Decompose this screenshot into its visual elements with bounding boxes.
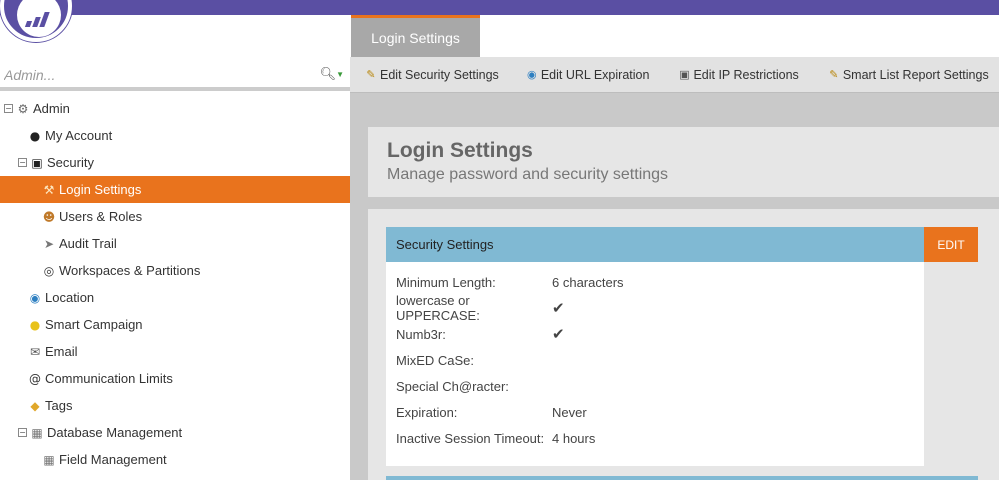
admin-tree: − ⚙ Admin ● My Account − ▣ Security ⚒ Lo…	[0, 95, 350, 473]
users-icon: ☻	[42, 209, 56, 224]
collapse-toggle-icon[interactable]: −	[18, 428, 27, 437]
setting-row: Numb3r: ✔	[386, 321, 924, 347]
setting-label: Inactive Session Timeout:	[396, 430, 545, 446]
tree-item-label: Audit Trail	[59, 236, 117, 251]
tree-item-tags[interactable]: ◆ Tags	[0, 392, 350, 419]
setting-label: Special Ch@racter:	[396, 378, 509, 394]
tree-item-label: Database Management	[47, 425, 183, 440]
tree-item-label: Admin	[33, 101, 70, 116]
setting-row: MixED CaSe:	[386, 347, 924, 373]
field-icon: ▦	[43, 452, 55, 467]
tree-item-label: Users & Roles	[59, 209, 143, 224]
gear-icon: ⚙	[17, 101, 29, 116]
database-icon: ▦	[31, 425, 43, 440]
lock-edit-icon: ▣	[679, 68, 690, 81]
tree-item-admin[interactable]: − ⚙ Admin	[0, 95, 350, 122]
audit-trail-icon: ➤	[43, 236, 55, 251]
setting-label: Expiration:	[396, 404, 458, 420]
tag-icon: ◆	[30, 398, 40, 413]
edit-button[interactable]: EDIT	[924, 227, 978, 262]
setting-label: MixED CaSe:	[396, 352, 475, 368]
tab-strip: Login Settings	[350, 15, 999, 57]
tree-item-email[interactable]: ✉ Email	[0, 338, 350, 365]
tree-item-users-roles[interactable]: ☻ Users & Roles	[0, 203, 350, 230]
lock-icon: ▣	[31, 155, 43, 170]
setting-row: Special Ch@racter:	[386, 373, 924, 399]
tree-item-label: Security	[47, 155, 94, 170]
setting-row: Inactive Session Timeout: 4 hours	[386, 425, 924, 451]
globe-icon: ◎	[43, 263, 55, 278]
logo-mark	[17, 0, 61, 37]
at-icon: @	[29, 371, 41, 386]
dropdown-caret-icon: ▼	[336, 70, 344, 80]
sidebar: 🔍︎▼ − ⚙ Admin ● My Account − ▣ Security …	[0, 15, 350, 480]
page-header: Login Settings Manage password and secur…	[368, 127, 999, 197]
globe-icon: ◉	[527, 68, 537, 81]
tree-item-audit-trail[interactable]: ➤ Audit Trail	[0, 230, 350, 257]
tree-item-label: My Account	[45, 128, 113, 143]
tree-item-label: Login Settings	[59, 182, 142, 197]
search-tool-icon[interactable]: 🔍︎▼	[320, 66, 344, 82]
page-title: Login Settings	[387, 139, 533, 162]
smart-list-report-settings-button[interactable]: ✎ Smart List Report Settings	[827, 68, 989, 82]
setting-row: Minimum Length: 6 characters	[386, 269, 924, 295]
tree-item-communication-limits[interactable]: @ Communication Limits	[0, 365, 350, 392]
main-content: Login Settings ✎ Edit Security Settings …	[350, 15, 999, 480]
edit-pencil-icon: ✎	[366, 68, 376, 81]
login-settings-icon: ⚒	[43, 182, 55, 197]
tree-item-label: Smart Campaign	[45, 317, 143, 332]
person-icon: ●	[29, 128, 41, 143]
tree-item-smart-campaign[interactable]: ● Smart Campaign	[0, 311, 350, 338]
tree-item-label: Field Management	[59, 452, 167, 467]
tree-item-label: Communication Limits	[45, 371, 173, 386]
edit-url-expiration-button[interactable]: ◉ Edit URL Expiration	[525, 67, 650, 82]
tree-item-location[interactable]: ◉ Location	[0, 284, 350, 311]
tree-item-database-management[interactable]: − ▦ Database Management	[0, 419, 350, 446]
sidebar-search: 🔍︎▼	[0, 59, 350, 91]
tree-item-label: Location	[45, 290, 95, 305]
toolbar: ✎ Edit Security Settings ◉ Edit URL Expi…	[350, 57, 999, 93]
tree-item-label: Email	[45, 344, 78, 359]
edit-ip-restrictions-button[interactable]: ▣ Edit IP Restrictions	[677, 67, 799, 82]
tree-item-my-account[interactable]: ● My Account	[0, 122, 350, 149]
collapse-toggle-icon[interactable]: −	[18, 158, 27, 167]
setting-row: Expiration: Never	[386, 399, 924, 425]
top-bar	[0, 0, 999, 15]
lightbulb-icon: ●	[29, 317, 41, 332]
tree-item-label: Workspaces & Partitions	[59, 263, 201, 278]
tree-item-field-management[interactable]: ▦ Field Management	[0, 446, 350, 473]
setting-row: lowercase or UPPERCASE: ✔	[386, 293, 924, 323]
edit-security-settings-button[interactable]: ✎ Edit Security Settings	[364, 67, 499, 82]
button-label: Edit URL Expiration	[540, 67, 650, 82]
checkmark-icon: ✔	[552, 325, 565, 343]
panel-title: Security Settings	[386, 227, 924, 262]
security-settings-panel: Security Settings EDIT Minimum Length: 6…	[368, 209, 999, 480]
tree-item-security[interactable]: − ▣ Security	[0, 149, 350, 176]
setting-label: Minimum Length:	[396, 274, 496, 290]
checkmark-icon: ✔	[552, 299, 565, 317]
tree-item-login-settings[interactable]: ⚒ Login Settings	[0, 176, 350, 203]
button-label: Smart List Report Settings	[842, 67, 989, 82]
setting-value: 6 characters	[552, 274, 624, 290]
button-label: Edit IP Restrictions	[693, 67, 799, 82]
tab-login-settings[interactable]: Login Settings	[351, 15, 480, 57]
setting-label: Numb3r:	[396, 326, 446, 342]
setting-label: lowercase or UPPERCASE:	[396, 293, 480, 323]
tree-item-workspaces[interactable]: ◎ Workspaces & Partitions	[0, 257, 350, 284]
button-label: Edit Security Settings	[380, 67, 499, 82]
setting-value: 4 hours	[552, 430, 596, 446]
tree-item-label: Tags	[45, 398, 73, 413]
page-subtitle: Manage password and security settings	[387, 166, 669, 183]
earth-icon: ◉	[29, 290, 41, 305]
email-icon: ✉	[29, 344, 41, 359]
setting-value: Never	[552, 404, 587, 420]
search-input[interactable]	[4, 65, 304, 85]
next-panel-header	[386, 476, 978, 480]
panel-body: Minimum Length: 6 characters lowercase o…	[386, 262, 924, 466]
report-edit-icon: ✎	[829, 68, 839, 81]
collapse-toggle-icon[interactable]: −	[4, 104, 13, 113]
